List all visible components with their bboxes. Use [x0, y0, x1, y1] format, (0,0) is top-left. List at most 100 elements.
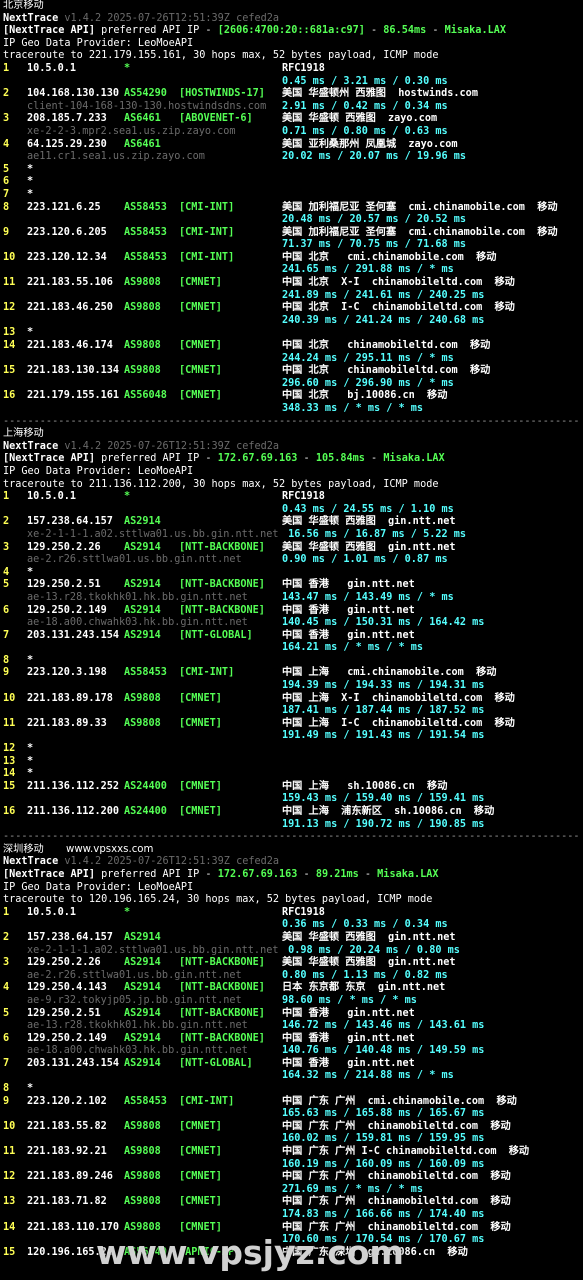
hop-tag: [CMNET]: [179, 277, 222, 289]
hop-asn: AS9808: [124, 692, 161, 704]
hop-hostname: xe-2-2-3.mpr2.sea1.us.zip.zayo.com: [27, 125, 236, 137]
hop-ip: 208.185.7.233: [27, 113, 107, 125]
hop-geo: 中国 北京 chinamobileltd.com 移动: [282, 365, 491, 377]
hop-geo: 中国 香港 gin.ntt.net: [282, 629, 415, 641]
hop-row: 6 *: [0, 176, 583, 189]
hop-rtt: 160.19 ms / 160.09 ms / 160.09 ms: [282, 1158, 485, 1170]
hop-detail-row: 0.36 ms / 0.33 ms / 0.34 ms: [0, 919, 583, 932]
hop-detail-row: 174.83 ms / 166.66 ms / 174.40 ms: [0, 1209, 583, 1222]
hop-number: 11: [3, 1146, 16, 1158]
hop-asn: AS2914: [124, 1007, 161, 1019]
hop-ip: 223.120.12.34: [27, 251, 107, 263]
hop-geo: 中国 香港 gin.ntt.net: [282, 1057, 415, 1069]
hop-ip: *: [27, 743, 34, 755]
api-prefix: [NextTrace API]: [3, 868, 96, 880]
hop-asn: AS2914: [124, 579, 161, 591]
hop-detail-row: 164.32 ms / 214.88 ms / * ms: [0, 1070, 583, 1083]
api-prefix: [NextTrace API]: [3, 25, 96, 37]
hop-rtt: 0.71 ms / 0.80 ms / 0.63 ms: [282, 125, 448, 137]
hop-tag: [ABOVENET-6]: [179, 113, 253, 125]
traceroute-cmd: traceroute to 120.196.165.24, 30 hops ma…: [3, 894, 433, 906]
hop-geo: 中国 广东 广州 cmi.chinamobile.com 移动: [282, 1095, 517, 1107]
hop-detail-row: ae-2.r26.sttlwa01.us.bb.gin.ntt.net 0.80 …: [0, 970, 583, 983]
api-dash: -: [364, 25, 384, 37]
hop-number: 8: [3, 201, 10, 213]
hop-detail-row: 160.19 ms / 160.09 ms / 160.09 ms: [0, 1159, 583, 1172]
hop-row: 12 221.183.46.250 AS9808 [CMNET] 中国 北京 I-C c…: [0, 302, 583, 315]
hop-row: 13 *: [0, 327, 583, 340]
hop-tag: [CMI-INT]: [179, 1095, 235, 1107]
hop-asn: AS2914: [124, 604, 161, 616]
hop-rtt: 159.43 ms / 159.40 ms / 159.41 ms: [282, 793, 485, 805]
hop-tag: [CMI-INT]: [179, 251, 235, 263]
section-separator: ----------------------------------------…: [0, 831, 583, 844]
traceroute-line: traceroute to 221.179.155.161, 30 hops m…: [0, 50, 583, 63]
hop-ip: 223.121.6.25: [27, 201, 101, 213]
hop-row: 10 221.183.89.178 AS9808 [CMNET] 中国 上海 X-I c…: [0, 693, 583, 706]
hop-geo: 中国 上海 cmi.chinamobile.com 移动: [282, 667, 497, 679]
hop-rtt: 241.65 ms / 291.88 ms / * ms: [282, 264, 454, 276]
section-separator: ----------------------------------------…: [0, 416, 583, 429]
separator-line: ----------------------------------------…: [3, 831, 580, 843]
hop-ip: 129.250.4.143: [27, 982, 107, 994]
hop-row: 14 221.183.46.174 AS9808 [CMNET] 中国 北京 china…: [0, 340, 583, 353]
hop-asn: AS58453: [124, 667, 167, 679]
hop-rtt: 271.69 ms / * ms / * ms: [282, 1183, 424, 1195]
hop-rtt: 0.43 ms / 24.55 ms / 1.10 ms: [282, 503, 454, 515]
hop-number: 11: [3, 277, 16, 289]
hop-number: 13: [3, 1196, 16, 1208]
hop-ip: *: [27, 654, 34, 666]
api-node: Misaka.LAX: [444, 25, 506, 37]
hop-asn: *: [124, 906, 131, 918]
hop-geo: RFC1918: [282, 906, 325, 918]
hop-geo: 美国 华盛顿 西雅图 gin.ntt.net: [282, 541, 456, 553]
hop-detail-row: 164.21 ms / * ms / * ms: [0, 642, 583, 655]
hop-row: 7 *: [0, 189, 583, 202]
version-text: v1.4.2 2025-07-26T12:51:39Z cefed2a: [64, 856, 280, 868]
hop-rtt: 98.60 ms / * ms / * ms: [282, 994, 417, 1006]
hop-detail-row: 191.13 ms / 190.72 ms / 190.85 ms: [0, 819, 583, 832]
hop-detail-row: 0.43 ms / 24.55 ms / 1.10 ms: [0, 504, 583, 517]
hop-detail-row: 194.39 ms / 194.33 ms / 194.31 ms: [0, 680, 583, 693]
hop-ip: 221.183.46.250: [27, 302, 113, 314]
hop-row: 15 211.136.112.252 AS24400 [CMNET] 中国 上海 sh.…: [0, 781, 583, 794]
hop-number: 2: [3, 516, 10, 528]
hop-asn: AS2914: [124, 1032, 161, 1044]
hop-tag: [NTT-BACKBONE]: [179, 1007, 265, 1019]
hop-tag: [CMNET]: [179, 692, 222, 704]
hop-number: 6: [3, 1032, 10, 1044]
traceroute-line: traceroute to 211.136.112.200, 30 hops m…: [0, 479, 583, 492]
hop-ip: 129.250.2.149: [27, 1032, 107, 1044]
hop-hostname: ae-2.r26.sttlwa01.us.bb.gin.ntt.net: [27, 969, 242, 981]
hop-row: 9 223.120.2.102 AS58453 [CMI-INT] 中国 广东 广州 c…: [0, 1096, 583, 1109]
hop-number: 11: [3, 717, 16, 729]
site-label: www.vpsxxs.com: [66, 843, 154, 855]
api-dash: -: [297, 868, 316, 880]
hop-row: 14 *: [0, 768, 583, 781]
hop-number: 3: [3, 957, 10, 969]
hop-number: 9: [3, 226, 10, 238]
hop-rtt: 143.47 ms / 143.49 ms / * ms: [282, 591, 454, 603]
hop-detail-row: ae-18.a00.chwahk03.hk.bb.gin.ntt.net 140.…: [0, 1045, 583, 1058]
hop-number: 10: [3, 251, 16, 263]
hop-row: 2 157.238.64.157 AS2914 美国 华盛顿 西雅图 gin.ntt.…: [0, 516, 583, 529]
hop-asn: AS6461: [124, 138, 161, 150]
hop-row: 9 223.120.6.205 AS58453 [CMI-INT] 美国 加利福尼亚 圣…: [0, 227, 583, 240]
hop-number: 1: [3, 491, 10, 503]
hop-tag: [CMNET]: [179, 390, 222, 402]
watermark: www.vpsjyz.com: [96, 1233, 404, 1272]
hop-number: 15: [3, 780, 16, 792]
hop-ip: *: [27, 768, 34, 780]
hop-tag: [CMNET]: [179, 340, 222, 352]
hop-asn: AS2914: [124, 541, 161, 553]
hop-tag: [NTT-BACKBONE]: [179, 957, 265, 969]
section-title-text: 北京移动: [3, 0, 44, 11]
hop-asn: AS2914: [124, 957, 161, 969]
hop-ip: *: [27, 188, 34, 200]
hop-ip: 221.179.155.161: [27, 390, 120, 402]
hop-asn: AS58453: [124, 201, 167, 213]
hop-detail-row: 241.89 ms / 241.61 ms / 240.25 ms: [0, 290, 583, 303]
hop-detail-row: ae-13.r28.tkokhk01.hk.bb.gin.ntt.net 143.…: [0, 592, 583, 605]
geo-provider: IP Geo Data Provider: LeoMoeAPI: [3, 881, 194, 893]
api-latency: 86.54ms: [383, 25, 427, 37]
